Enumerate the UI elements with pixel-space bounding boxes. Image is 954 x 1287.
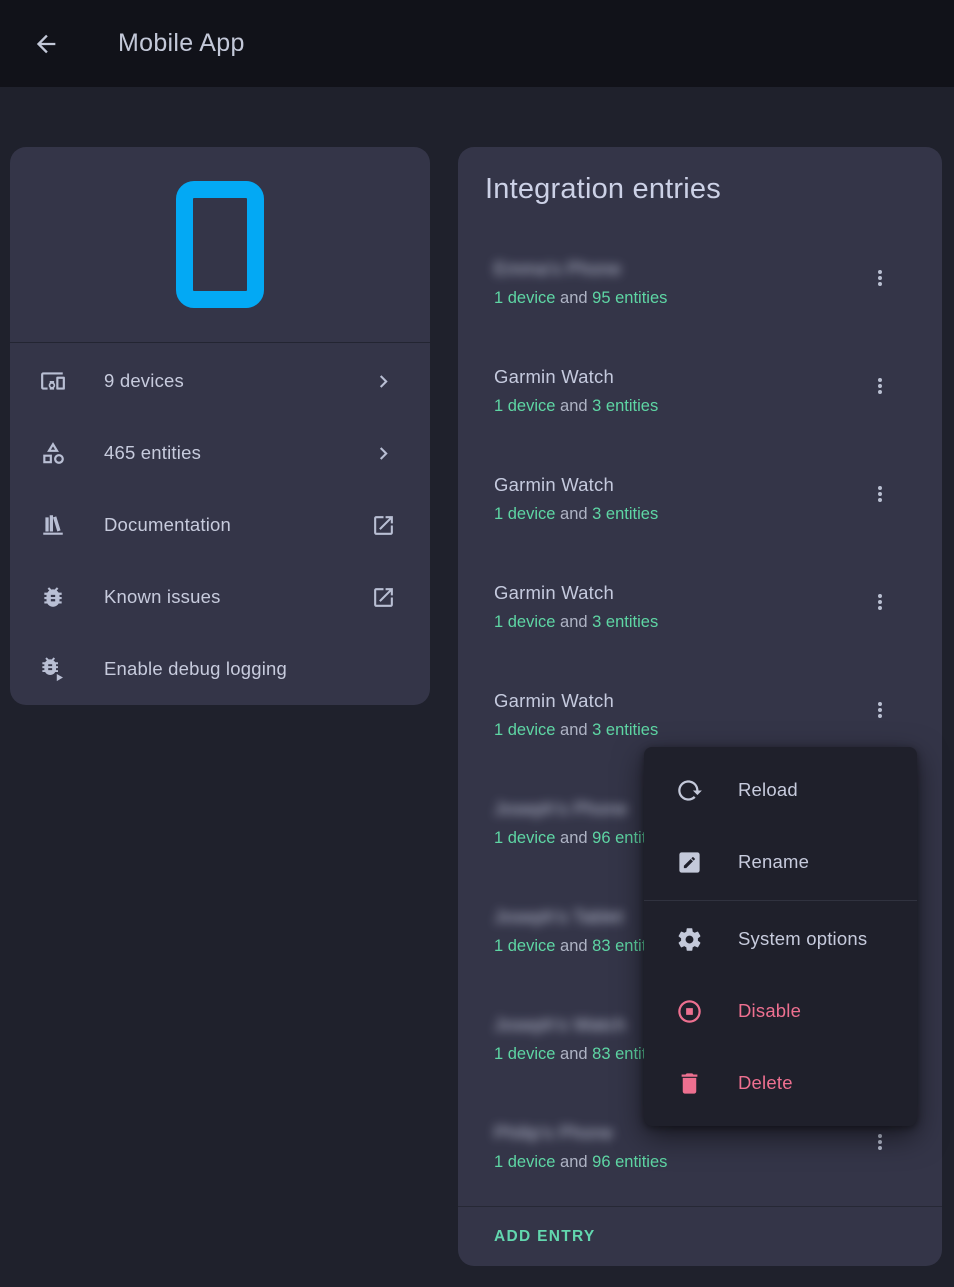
chevron-right-icon bbox=[371, 441, 396, 466]
integration-logo-box bbox=[10, 147, 430, 343]
dots-vertical-icon bbox=[868, 482, 892, 506]
entries-card-title: Integration entries bbox=[458, 147, 942, 206]
entry-devices-link[interactable]: 1 device bbox=[494, 937, 555, 955]
chevron-right-icon bbox=[371, 369, 396, 394]
delete-icon bbox=[676, 1070, 703, 1097]
entry-entities-link[interactable]: 96 entities bbox=[592, 1153, 667, 1171]
bug-play-icon bbox=[40, 656, 66, 682]
entry-subtitle: 1 device and 3 entities bbox=[494, 505, 872, 524]
integration-info-card: 9 devices 465 entities Documentation Known … bbox=[10, 147, 430, 705]
entry-connector: and bbox=[555, 829, 592, 847]
reload-icon bbox=[676, 777, 703, 804]
info-list: 9 devices 465 entities Documentation Known … bbox=[10, 343, 430, 705]
info-item-devices[interactable]: 9 devices bbox=[10, 345, 430, 417]
dots-vertical-icon bbox=[868, 698, 892, 722]
entry-connector: and bbox=[555, 613, 592, 631]
devices-icon bbox=[40, 368, 66, 394]
entry-devices-link[interactable]: 1 device bbox=[494, 1153, 555, 1171]
open-in-new-icon bbox=[371, 585, 396, 610]
dots-vertical-icon bbox=[868, 374, 892, 398]
entry-connector: and bbox=[555, 289, 592, 307]
page-title: Mobile App bbox=[118, 29, 245, 58]
menu-divider bbox=[644, 900, 917, 901]
entry-connector: and bbox=[555, 505, 592, 523]
entry-entities-link[interactable]: 3 entities bbox=[592, 505, 658, 523]
back-button[interactable] bbox=[22, 20, 70, 68]
info-item-label: Enable debug logging bbox=[104, 658, 287, 680]
entry-subtitle: 1 device and 95 entities bbox=[494, 289, 872, 308]
entry-name: Garmin Watch bbox=[494, 582, 872, 604]
entry-devices-link[interactable]: 1 device bbox=[494, 613, 555, 631]
entry-devices-link[interactable]: 1 device bbox=[494, 721, 555, 739]
entry-name: Garmin Watch bbox=[494, 366, 872, 388]
entry-devices-link[interactable]: 1 device bbox=[494, 505, 555, 523]
menu-item-label: Disable bbox=[738, 1000, 801, 1022]
cellphone-icon bbox=[176, 181, 264, 308]
entry-subtitle: 1 device and 96 entities bbox=[494, 1153, 872, 1172]
info-item-label: Known issues bbox=[104, 586, 221, 608]
entry-name: Garmin Watch bbox=[494, 690, 872, 712]
entry-menu-button[interactable] bbox=[858, 364, 902, 408]
entry-row: Garmin Watch 1 device and 3 entities bbox=[458, 554, 942, 662]
entry-entities-link[interactable]: 3 entities bbox=[592, 613, 658, 631]
entry-devices-link[interactable]: 1 device bbox=[494, 289, 555, 307]
info-item-debug-logging[interactable]: Enable debug logging bbox=[10, 633, 430, 705]
dots-vertical-icon bbox=[868, 590, 892, 614]
info-item-entities[interactable]: 465 entities bbox=[10, 417, 430, 489]
entry-subtitle: 1 device and 3 entities bbox=[494, 613, 872, 632]
entry-menu-button[interactable] bbox=[858, 688, 902, 732]
cog-icon bbox=[676, 926, 703, 953]
menu-item-label: System options bbox=[738, 928, 867, 950]
entry-context-menu: Reload Rename System options Disable Delete bbox=[644, 747, 917, 1126]
entry-menu-button[interactable] bbox=[858, 1120, 902, 1164]
entries-card-footer: ADD ENTRY bbox=[458, 1206, 942, 1266]
entry-name: Emma's Phone bbox=[494, 258, 872, 280]
info-item-documentation[interactable]: Documentation bbox=[10, 489, 430, 561]
menu-item-label: Rename bbox=[738, 851, 809, 873]
entry-menu-button[interactable] bbox=[858, 256, 902, 300]
entry-subtitle: 1 device and 3 entities bbox=[494, 397, 872, 416]
menu-item-system-options[interactable]: System options bbox=[644, 903, 917, 975]
menu-item-reload[interactable]: Reload bbox=[644, 754, 917, 826]
entry-subtitle: 1 device and 3 entities bbox=[494, 721, 872, 740]
info-item-label: Documentation bbox=[104, 514, 231, 536]
entry-row: Garmin Watch 1 device and 3 entities bbox=[458, 446, 942, 554]
bug-icon bbox=[40, 584, 66, 610]
stop-circle-icon bbox=[676, 998, 703, 1025]
entry-name: Garmin Watch bbox=[494, 474, 872, 496]
entry-entities-link[interactable]: 95 entities bbox=[592, 289, 667, 307]
menu-item-disable[interactable]: Disable bbox=[644, 975, 917, 1047]
menu-item-rename[interactable]: Rename bbox=[644, 826, 917, 898]
open-in-new-icon bbox=[371, 513, 396, 538]
entry-devices-link[interactable]: 1 device bbox=[494, 829, 555, 847]
entry-row: Garmin Watch 1 device and 3 entities bbox=[458, 338, 942, 446]
entry-devices-link[interactable]: 1 device bbox=[494, 1045, 555, 1063]
entry-menu-button[interactable] bbox=[858, 580, 902, 624]
bookshelf-icon bbox=[40, 512, 66, 538]
info-item-known-issues[interactable]: Known issues bbox=[10, 561, 430, 633]
entry-devices-link[interactable]: 1 device bbox=[494, 397, 555, 415]
entry-connector: and bbox=[555, 397, 592, 415]
entry-entities-link[interactable]: 3 entities bbox=[592, 397, 658, 415]
dots-vertical-icon bbox=[868, 266, 892, 290]
dots-vertical-icon bbox=[868, 1130, 892, 1154]
entry-row: Emma's Phone 1 device and 95 entities bbox=[458, 230, 942, 338]
entry-menu-button[interactable] bbox=[858, 472, 902, 516]
entry-connector: and bbox=[555, 1153, 592, 1171]
rename-box-icon bbox=[676, 849, 703, 876]
menu-item-label: Delete bbox=[738, 1072, 793, 1094]
shapes-icon bbox=[40, 440, 66, 466]
add-entry-button[interactable]: ADD ENTRY bbox=[494, 1228, 596, 1246]
entry-connector: and bbox=[555, 937, 592, 955]
info-item-label: 465 entities bbox=[104, 442, 201, 464]
entry-connector: and bbox=[555, 721, 592, 739]
arrow-left-icon bbox=[32, 30, 60, 58]
menu-item-label: Reload bbox=[738, 779, 798, 801]
info-item-label: 9 devices bbox=[104, 370, 184, 392]
entry-entities-link[interactable]: 3 entities bbox=[592, 721, 658, 739]
menu-item-delete[interactable]: Delete bbox=[644, 1047, 917, 1119]
entry-connector: and bbox=[555, 1045, 592, 1063]
app-header: Mobile App bbox=[0, 0, 954, 87]
